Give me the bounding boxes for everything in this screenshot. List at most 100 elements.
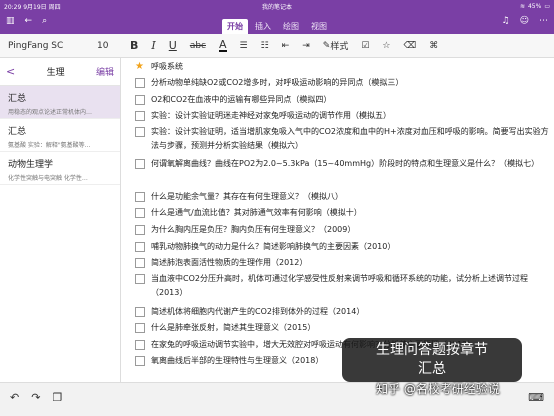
keyboard-icon[interactable]: ⌨	[528, 391, 544, 404]
notebook-title: 我的笔记本	[261, 3, 292, 11]
todo-item: 什么是肺牵张反射，简述其生理意义（2015）	[135, 321, 550, 335]
section-header: < 生理 编辑	[0, 58, 120, 86]
todo-text: 简述机体将细胞内代谢产生的CO2排到体外的过程（2014）	[151, 307, 365, 316]
tab-view[interactable]: 视图	[306, 19, 332, 34]
bell-icon[interactable]: ♫	[502, 16, 510, 26]
todo-checkbox[interactable]	[135, 225, 145, 235]
numbered-list-icon[interactable]: ☷	[261, 41, 269, 51]
todo-text: 什么是功能余气量？其存在有何生理意义？（模拟八）	[151, 192, 343, 201]
page-item-summary-2[interactable]: 汇总 氨基酸 实验：解释"氨基酸等…	[0, 119, 120, 152]
todo-item: 分析动物单纯缺O2或CO2增多时，对呼吸运动影响的异同点（模拟三）	[135, 76, 550, 90]
todo-checkbox[interactable]	[135, 127, 145, 137]
todo-item: 当血液中CO2分压升高时，机体可通过化学感受性反射来调节呼吸和循环系统的功能，试…	[135, 272, 550, 300]
bottom-left-icons: ↶ ↷ ❐	[10, 391, 62, 404]
caption-line-2: 汇总	[418, 361, 446, 377]
style-brush-icon: ✎	[322, 40, 331, 51]
page-title: 汇总	[8, 94, 27, 104]
app-title-bar: ▥ ← ⌕ 开始 插入 绘图 视图 ♫ ☺ ⋯	[0, 12, 554, 34]
todo-text: O2和CO2在血液中的运输有哪些异同点（模拟四）	[151, 95, 332, 104]
todo-item: O2和CO2在血液中的运输有哪些异同点（模拟四）	[135, 93, 550, 107]
attach-icon[interactable]: ⌘	[429, 41, 438, 51]
page-preview: 氨基酸 实验：解释"氨基酸等…	[8, 142, 91, 149]
watermark: 知乎 @名校考研经验说	[376, 382, 500, 396]
todo-checkbox[interactable]	[135, 111, 145, 121]
todo-checkbox[interactable]	[135, 307, 145, 317]
todo-text: 分析动物单纯缺O2或CO2增多时，对呼吸运动影响的异同点（模拟三）	[151, 78, 404, 87]
strikethrough-button[interactable]: abc	[190, 41, 206, 51]
todo-checkbox[interactable]	[135, 208, 145, 218]
todo-item: 为什么胸内压是负压？胸内负压有何生理意义？（2009）	[135, 223, 550, 237]
todo-text: 当血液中CO2分压升高时，机体可通过化学感受性反射来调节呼吸和循环系统的功能，试…	[151, 274, 528, 297]
italic-button[interactable]: I	[151, 39, 155, 52]
todo-item: 何谓氧解离曲线？曲线在PO2为2.0~5.3kPa（15~40mmHg）阶段时的…	[135, 157, 550, 171]
todo-checkbox[interactable]	[135, 356, 145, 366]
todo-item: 哺乳动物肺换气的动力是什么？简述影响肺换气的主要因素（2010）	[135, 240, 550, 254]
todo-text: 简述肺泡表面活性物质的生理作用（2012）	[151, 258, 308, 267]
note-heading: 呼吸系统	[151, 62, 183, 71]
more-icon[interactable]: ⋯	[539, 16, 548, 26]
tab-draw[interactable]: 绘图	[278, 19, 304, 34]
status-bar: 20:29 9月19日 周四 我的笔记本 ≋ 45% ▭	[0, 0, 554, 12]
todo-item: 什么是功能余气量？其存在有何生理意义？（模拟八）	[135, 190, 550, 204]
bold-button[interactable]: B	[130, 39, 138, 52]
style-button[interactable]: ✎ 样式	[322, 39, 349, 53]
page-preview: 用稳态的观点论述正常机体内…	[8, 109, 93, 116]
todo-text: 实验：设计实验证明，适当增肌家兔吸入气中的CO2浓度和血中的H+浓度对血压和呼吸…	[151, 127, 549, 150]
person-add-icon[interactable]: ☺	[520, 16, 529, 26]
star-tag-icon[interactable]: ☆	[382, 41, 390, 51]
checkbox-tag-icon[interactable]: ☑	[361, 41, 369, 51]
tab-home[interactable]: 开始	[222, 19, 248, 34]
page-title: 汇总	[8, 127, 27, 137]
undo-icon[interactable]: ↶	[10, 391, 19, 404]
bullet-list-icon[interactable]: ☰	[240, 41, 248, 51]
todo-checkbox[interactable]	[135, 159, 145, 169]
copy-icon[interactable]: ❐	[52, 391, 62, 404]
ribbon-tabs: 开始 插入 绘图 视图	[0, 19, 554, 34]
font-size-select[interactable]: 10	[97, 41, 117, 51]
todo-item: 什么是通气/血流比值？其对肺通气效率有何影响（模拟十）	[135, 206, 550, 220]
todo-text: 为什么胸内压是负压？胸内负压有何生理意义？（2009）	[151, 225, 356, 234]
todo-text: 实验：设计实验证明迷走神经对家兔呼吸运动的调节作用（模拟五）	[151, 111, 391, 120]
todo-text: 什么是肺牵张反射，简述其生理意义（2015）	[151, 323, 316, 332]
title-right-icons: ♫ ☺ ⋯	[502, 16, 548, 26]
page-item-summary-1[interactable]: 汇总 用稳态的观点论述正常机体内…	[0, 86, 120, 119]
todo-text: 哺乳动物肺换气的动力是什么？简述影响肺换气的主要因素（2010）	[151, 242, 396, 251]
page-preview: 化学性突触与电突触 化学性…	[8, 175, 88, 182]
todo-item: 实验：设计实验证明，适当增肌家兔吸入气中的CO2浓度和血中的H+浓度对血压和呼吸…	[135, 125, 550, 153]
decrease-indent-icon[interactable]: ⇤	[282, 41, 290, 51]
todo-checkbox[interactable]	[135, 340, 145, 350]
increase-indent-icon[interactable]: ⇥	[302, 41, 310, 51]
todo-item: 简述肺泡表面活性物质的生理作用（2012）	[135, 256, 550, 270]
todo-checkbox[interactable]	[135, 258, 145, 268]
todo-checkbox[interactable]	[135, 274, 145, 284]
underline-button[interactable]: U	[169, 39, 177, 52]
todo-text: 何谓氧解离曲线？曲线在PO2为2.0~5.3kPa（15~40mmHg）阶段时的…	[151, 159, 540, 168]
page-sidebar: < 生理 编辑 汇总 用稳态的观点论述正常机体内… 汇总 氨基酸 实验：解释"氨…	[0, 58, 121, 382]
todo-item: 简述机体将细胞内代谢产生的CO2排到体外的过程（2014）	[135, 305, 550, 319]
todo-text: 氧离曲线后半部的生理特性与生理意义（2018）	[151, 356, 324, 365]
page-item-animal-physiology[interactable]: 动物生理学 化学性突触与电突触 化学性…	[0, 152, 120, 185]
font-family-select[interactable]: PingFang SC	[8, 41, 84, 51]
edit-button[interactable]: 编辑	[96, 65, 114, 78]
caption-line-1: 生理问答题按章节	[376, 342, 488, 358]
section-title: 生理	[46, 68, 65, 78]
page-title: 动物生理学	[8, 160, 54, 170]
eraser-icon[interactable]: ⌫	[404, 41, 417, 51]
todo-checkbox[interactable]	[135, 323, 145, 333]
back-chevron-icon[interactable]: <	[6, 65, 15, 78]
todo-item: 实验：设计实验证明迷走神经对家兔呼吸运动的调节作用（模拟五）	[135, 109, 550, 123]
todo-checkbox[interactable]	[135, 78, 145, 88]
style-label: 样式	[330, 42, 349, 52]
todo-checkbox[interactable]	[135, 242, 145, 252]
redo-icon[interactable]: ↷	[31, 391, 40, 404]
note-canvas[interactable]: ★ 呼吸系统 分析动物单纯缺O2或CO2增多时，对呼吸运动影响的异同点（模拟三）…	[121, 58, 554, 382]
formatting-toolbar: PingFang SC 10 B I U abc A ☰ ☷ ⇤ ⇥ ✎ 样式 ☑…	[0, 34, 554, 58]
star-tag-icon: ★	[135, 61, 144, 72]
todo-checkbox[interactable]	[135, 192, 145, 202]
note-heading-row: ★ 呼吸系统	[135, 60, 550, 74]
todo-checkbox[interactable]	[135, 95, 145, 105]
caption-overlay: 生理问答题按章节 汇总	[342, 338, 522, 382]
todo-text: 什么是通气/血流比值？其对肺通气效率有何影响（模拟十）	[151, 208, 362, 217]
font-color-button[interactable]: A	[219, 39, 227, 52]
tab-insert[interactable]: 插入	[250, 19, 276, 34]
